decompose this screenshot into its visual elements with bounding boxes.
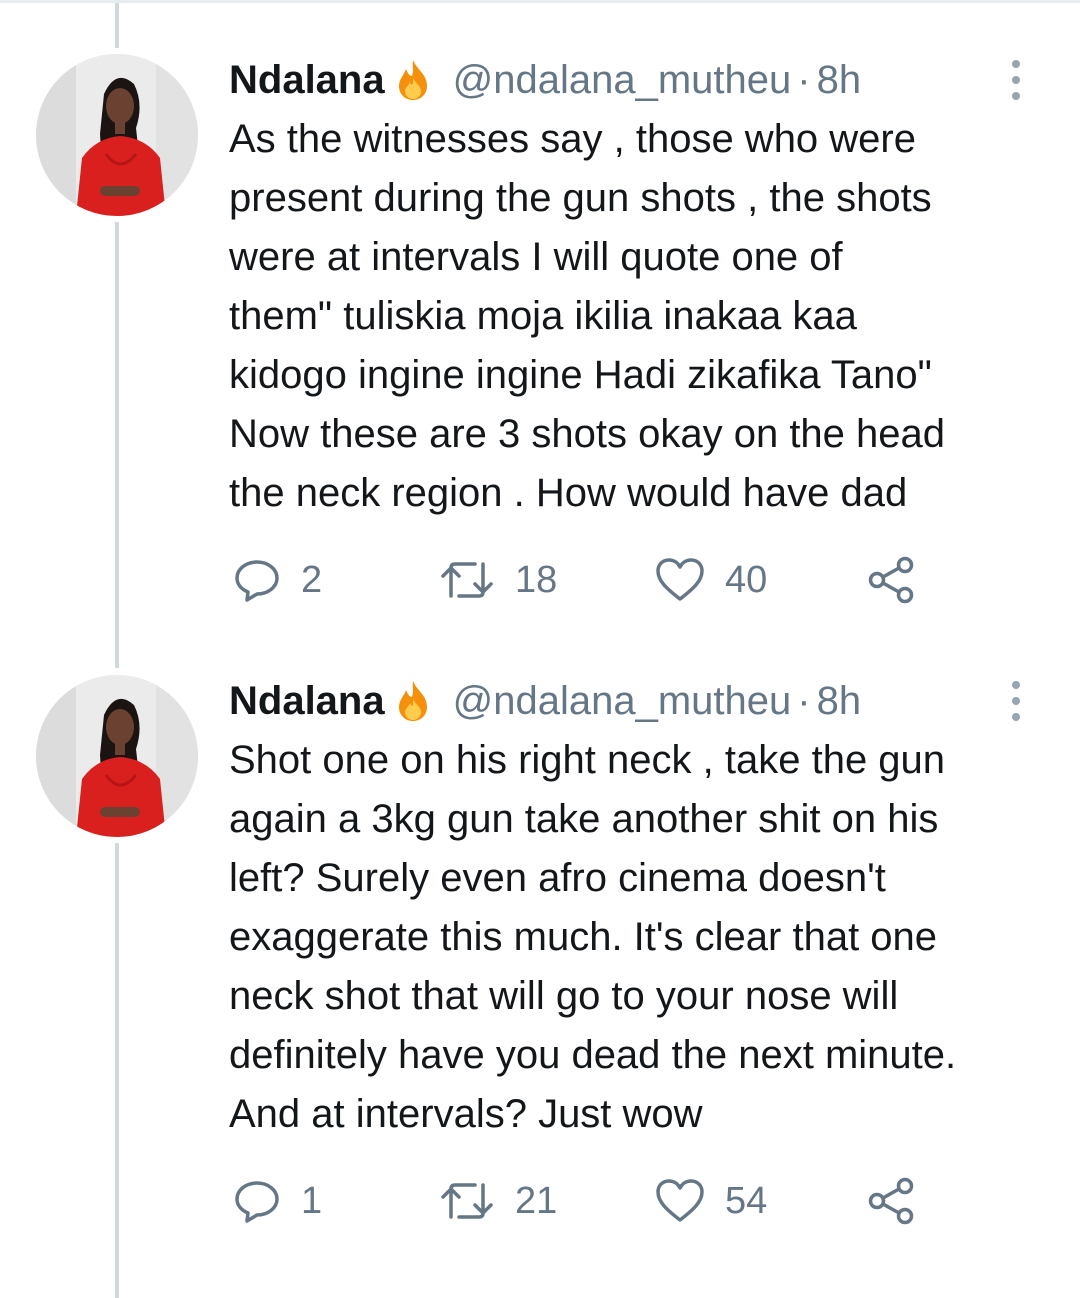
display-name[interactable]: Ndalana	[229, 58, 385, 103]
avatar-image	[36, 675, 198, 837]
reply-button[interactable]: 2	[233, 550, 322, 610]
fire-icon	[393, 679, 433, 723]
more-icon[interactable]	[996, 50, 1036, 110]
retweet-button[interactable]: 18	[439, 550, 557, 610]
avatar-image	[36, 54, 198, 216]
thread-connector	[115, 843, 119, 1298]
user-handle[interactable]: @ndalana_mutheu	[453, 679, 792, 724]
reply-button[interactable]: 1	[233, 1171, 322, 1231]
reply-count: 2	[301, 558, 323, 601]
fire-icon	[393, 58, 433, 102]
separator-dot: ·	[797, 57, 811, 102]
retweet-count: 18	[515, 558, 558, 601]
timestamp[interactable]: 8h	[817, 679, 862, 724]
share-button[interactable]	[867, 1171, 917, 1231]
tweet[interactable]: Ndalana @ndalana_mutheu · 8h As the witn…	[0, 0, 1080, 640]
tweet-header: Ndalana @ndalana_mutheu · 8h	[229, 50, 1050, 110]
retweet-count: 21	[515, 1179, 558, 1222]
like-count: 40	[725, 558, 768, 601]
reply-icon	[235, 560, 279, 602]
tweet-actions: 2 18 40	[229, 550, 989, 610]
tweet-text: Shot one on his right neck , take the gu…	[229, 738, 957, 1136]
share-icon	[868, 556, 914, 604]
like-button[interactable]: 40	[655, 550, 767, 610]
avatar[interactable]	[36, 54, 198, 216]
tweet-header: Ndalana @ndalana_mutheu · 8h	[229, 671, 1050, 731]
like-icon	[656, 558, 704, 601]
avatar[interactable]	[36, 675, 198, 837]
share-button[interactable]	[867, 550, 917, 610]
like-button[interactable]: 54	[655, 1171, 767, 1231]
display-name[interactable]: Ndalana	[229, 679, 385, 724]
reply-count: 1	[301, 1179, 323, 1222]
retweet-button[interactable]: 21	[439, 1171, 557, 1231]
timestamp[interactable]: 8h	[817, 58, 862, 103]
separator-dot: ·	[797, 678, 811, 723]
retweet-icon	[441, 562, 493, 598]
tweet-actions: 1 21 54	[229, 1171, 989, 1231]
like-icon	[656, 1179, 704, 1222]
tweet-text: As the witnesses say , those who were pr…	[229, 117, 946, 515]
reply-icon	[235, 1181, 279, 1223]
share-icon	[868, 1177, 914, 1225]
user-handle[interactable]: @ndalana_mutheu	[453, 58, 792, 103]
like-count: 54	[725, 1179, 768, 1222]
more-icon[interactable]	[996, 671, 1036, 731]
retweet-icon	[441, 1183, 493, 1219]
